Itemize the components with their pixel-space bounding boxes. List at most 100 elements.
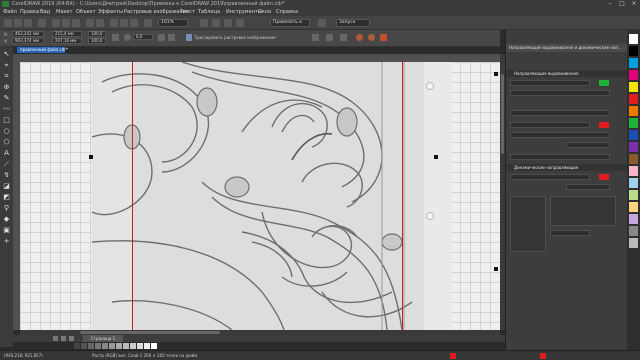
- options-icon[interactable]: [318, 19, 326, 27]
- palette-color[interactable]: [629, 94, 638, 104]
- outline-color-indicator[interactable]: [540, 353, 546, 359]
- palette-swatch[interactable]: [74, 343, 80, 349]
- export-icon[interactable]: [130, 19, 138, 27]
- palette-color[interactable]: [629, 166, 638, 176]
- drawing-canvas[interactable]: [20, 62, 500, 330]
- menu-table[interactable]: Таблица: [198, 9, 220, 15]
- rectangle-tool-icon[interactable]: □: [2, 116, 11, 125]
- palette-swatch[interactable]: [95, 343, 101, 349]
- palette-color[interactable]: [629, 118, 638, 128]
- palette-color[interactable]: [629, 130, 638, 140]
- margin-input[interactable]: [566, 142, 610, 148]
- crop-bitmap-icon[interactable]: [326, 34, 333, 41]
- palette-swatch[interactable]: [102, 343, 108, 349]
- polygon-tool-icon[interactable]: ⬠: [2, 138, 11, 147]
- palette-color[interactable]: [629, 70, 638, 80]
- dynamic-guides-header[interactable]: Динамические направляющие: [506, 164, 628, 171]
- angle-input[interactable]: [550, 230, 590, 236]
- horizontal-ruler[interactable]: [20, 54, 500, 62]
- palette-color[interactable]: [629, 238, 638, 248]
- dynamic-mode-field[interactable]: [510, 174, 590, 180]
- grid-icon[interactable]: [224, 19, 232, 27]
- alignment-option-field[interactable]: [510, 132, 610, 138]
- artistic-media-icon[interactable]: 〰: [2, 105, 11, 114]
- scale-x-input[interactable]: 100,0: [88, 31, 106, 37]
- rulers-icon[interactable]: [212, 19, 220, 27]
- interactive-fill-icon[interactable]: ◆: [2, 215, 11, 224]
- color-mask-icon[interactable]: [356, 34, 363, 41]
- trace-bitmap-button[interactable]: Трассировать растровое изображение: [194, 35, 276, 40]
- menu-object[interactable]: Объект: [76, 9, 96, 15]
- wrap-text-icon[interactable]: [380, 34, 387, 41]
- palette-swatch[interactable]: [130, 343, 136, 349]
- palette-swatch[interactable]: [116, 343, 122, 349]
- alignment-option-field[interactable]: [510, 154, 610, 160]
- maximize-button[interactable]: □: [616, 0, 628, 8]
- zoom-level-select[interactable]: 101%: [158, 19, 188, 27]
- palette-color[interactable]: [629, 178, 638, 188]
- close-button[interactable]: ×: [628, 0, 640, 8]
- angle-list[interactable]: [510, 196, 546, 252]
- palette-swatch[interactable]: [88, 343, 94, 349]
- selection-handle-left[interactable]: [89, 155, 93, 159]
- scale-y-input[interactable]: 100,0: [88, 38, 106, 44]
- vertical-scroll-thumb[interactable]: [501, 74, 504, 154]
- palette-color[interactable]: [629, 214, 638, 224]
- rotation-input[interactable]: 0,0: [133, 34, 153, 40]
- dynamic-color-swatch[interactable]: [599, 174, 609, 180]
- alignment-option-field[interactable]: [510, 110, 610, 116]
- alignment-option-field[interactable]: [510, 90, 610, 96]
- palette-swatch[interactable]: [123, 343, 129, 349]
- alignment-color-field[interactable]: [510, 122, 590, 128]
- palette-swatch[interactable]: [81, 343, 87, 349]
- palette-swatch[interactable]: [109, 343, 115, 349]
- launch-dropdown[interactable]: Запуск: [336, 19, 370, 27]
- mirror-vertical-icon[interactable]: [168, 34, 175, 41]
- palette-swatch[interactable]: [151, 343, 157, 349]
- text-tool-icon[interactable]: A: [2, 149, 11, 158]
- undo-icon[interactable]: [86, 19, 94, 27]
- palette-color[interactable]: [629, 190, 638, 200]
- palette-color[interactable]: [629, 226, 638, 236]
- y-position-input[interactable]: 903,374 мм: [12, 38, 44, 44]
- save-icon[interactable]: [24, 19, 32, 27]
- palette-color[interactable]: [629, 58, 638, 68]
- menu-edit[interactable]: Правка: [20, 9, 39, 15]
- eyedropper-icon[interactable]: ⚲: [2, 204, 11, 213]
- print-icon[interactable]: [38, 19, 46, 27]
- alignment-color-swatch[interactable]: [599, 122, 609, 128]
- cut-icon[interactable]: [52, 19, 60, 27]
- import-icon[interactable]: [120, 19, 128, 27]
- next-page-icon[interactable]: [69, 336, 74, 341]
- page-tab-1[interactable]: Страница 1: [83, 335, 123, 342]
- fill-color-indicator[interactable]: [450, 353, 456, 359]
- palette-swatch[interactable]: [144, 343, 150, 349]
- height-input[interactable]: 207,16 мм: [52, 38, 82, 44]
- add-tool-icon[interactable]: +: [2, 237, 11, 246]
- search-icon[interactable]: [110, 19, 118, 27]
- alignment-toggle-on[interactable]: [599, 80, 609, 86]
- publish-pdf-icon[interactable]: [144, 19, 152, 27]
- prev-page-icon[interactable]: [61, 336, 66, 341]
- palette-color[interactable]: [629, 154, 638, 164]
- guideline-vertical[interactable]: [132, 62, 133, 330]
- zoom-tool-icon[interactable]: ⊕: [2, 83, 11, 92]
- menu-effects[interactable]: Эффекты: [98, 9, 123, 15]
- redo-icon[interactable]: [96, 19, 104, 27]
- palette-swatch[interactable]: [137, 343, 143, 349]
- mirror-horizontal-icon[interactable]: [158, 34, 165, 41]
- x-position-input[interactable]: 463,341 мм: [12, 31, 44, 37]
- edit-bitmap-icon[interactable]: [312, 34, 319, 41]
- full-screen-icon[interactable]: [200, 19, 208, 27]
- palette-color[interactable]: [629, 82, 638, 92]
- parallel-dimension-icon[interactable]: ⟋: [2, 160, 11, 169]
- bitmap-ornament-sketch[interactable]: [91, 62, 452, 330]
- pick-tool-icon[interactable]: ↖: [2, 50, 11, 59]
- menu-window[interactable]: Окно: [258, 9, 271, 15]
- horizontal-scroll-thumb[interactable]: [80, 331, 220, 334]
- menu-text[interactable]: Текст: [180, 9, 195, 15]
- connector-tool-icon[interactable]: ↯: [2, 171, 11, 180]
- drop-shadow-icon[interactable]: ◪: [2, 182, 11, 191]
- trace-bitmap-icon[interactable]: [186, 34, 192, 41]
- open-icon[interactable]: [14, 19, 22, 27]
